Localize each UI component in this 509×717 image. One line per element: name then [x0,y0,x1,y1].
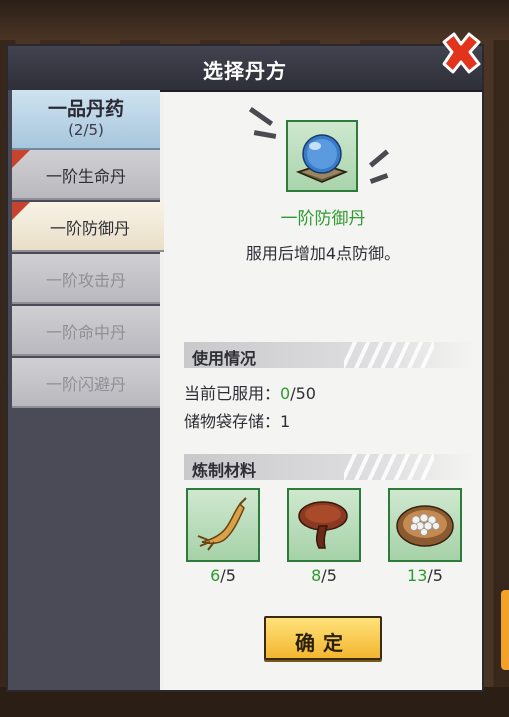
consumed-line: 当前已服用：0/50 [184,380,316,404]
dialog-header: 选择丹方 [8,46,482,92]
materials-section-title: 炼制材料 [192,461,257,480]
material-have: 13 [407,566,428,585]
pill-name: 一阶防御丹 [280,209,366,229]
storage-line: 储物袋存储：1 [184,408,290,432]
tab-evasion-pill[interactable]: 一阶闪避丹 [12,358,160,408]
sidebar: 一品丹药 (2/5) 一阶生命丹 一阶防御丹 一阶攻击丹 一阶命中丹 一阶闪避丹 [8,90,178,690]
material-have: 6 [210,566,221,585]
tab-label: 一阶命中丹 [45,323,126,342]
material-have: 8 [311,566,322,585]
usage-section-title: 使用情况 [192,349,257,368]
tab-defense-pill[interactable]: 一阶防御丹 [12,202,178,252]
tier-count: (2/5) [68,121,104,139]
pearl-bowl-icon [396,505,454,547]
tab-label: 一阶攻击丹 [45,271,126,290]
consumed-value: 0 [280,384,291,403]
tier-title: 一品丹药 [47,98,124,120]
decor-slash [248,106,274,127]
material-need: /5 [427,566,443,585]
decor-stripes [344,454,434,480]
tab-accuracy-pill[interactable]: 一阶命中丹 [12,306,160,356]
material-slot-pearls[interactable] [388,488,462,562]
tab-label: 一阶生命丹 [45,167,126,186]
material-count: 8/5 [287,566,361,585]
lingzhi-mushroom-icon [298,501,348,549]
tab-attack-pill[interactable]: 一阶攻击丹 [12,254,160,304]
tab-label: 一阶闪避丹 [45,375,126,394]
ginseng-icon [197,497,247,551]
recipe-detail-panel: 一阶防御丹 服用后增加4点防御。 使用情况 当前已服用：0/50 储物袋存储：1… [164,92,482,690]
material-count: 13/5 [388,566,462,585]
dialog-title: 选择丹方 [203,59,287,83]
material-slot-lingzhi[interactable] [287,488,361,562]
materials-section-header: 炼制材料 [184,454,474,480]
consumed-label: 当前已服用： [184,384,281,403]
close-icon [442,32,481,74]
storage-label: 储物袋存储： [184,412,281,431]
material-need: /5 [321,566,337,585]
tier-header: 一品丹药 (2/5) [12,90,160,150]
blue-orb-icon [295,134,349,183]
storage-value: 1 [280,412,291,431]
decor-stripes [344,342,434,368]
decor-slash [369,173,389,184]
background-top-bar [0,0,509,40]
close-button[interactable] [436,30,486,80]
decor-slash [253,130,277,139]
consumed-max: /50 [290,384,316,403]
pill-icon-frame [286,120,358,192]
side-tab-handle[interactable] [501,590,509,670]
confirm-button[interactable]: 确定 [264,616,382,660]
usage-section-header: 使用情况 [184,342,474,368]
recipe-dialog: 选择丹方 一品丹药 (2/5) 一阶生命丹 一阶防御丹 一阶攻击丹 一阶命中丹 … [6,44,484,692]
decor-slash [368,149,390,168]
pill-description: 服用后增加4点防御。 [245,244,401,263]
material-slot-ginseng[interactable] [186,488,260,562]
tab-label: 一阶防御丹 [49,219,130,238]
tab-life-pill[interactable]: 一阶生命丹 [12,150,160,200]
confirm-label: 确定 [295,631,351,655]
material-need: /5 [220,566,236,585]
material-count: 6/5 [186,566,260,585]
